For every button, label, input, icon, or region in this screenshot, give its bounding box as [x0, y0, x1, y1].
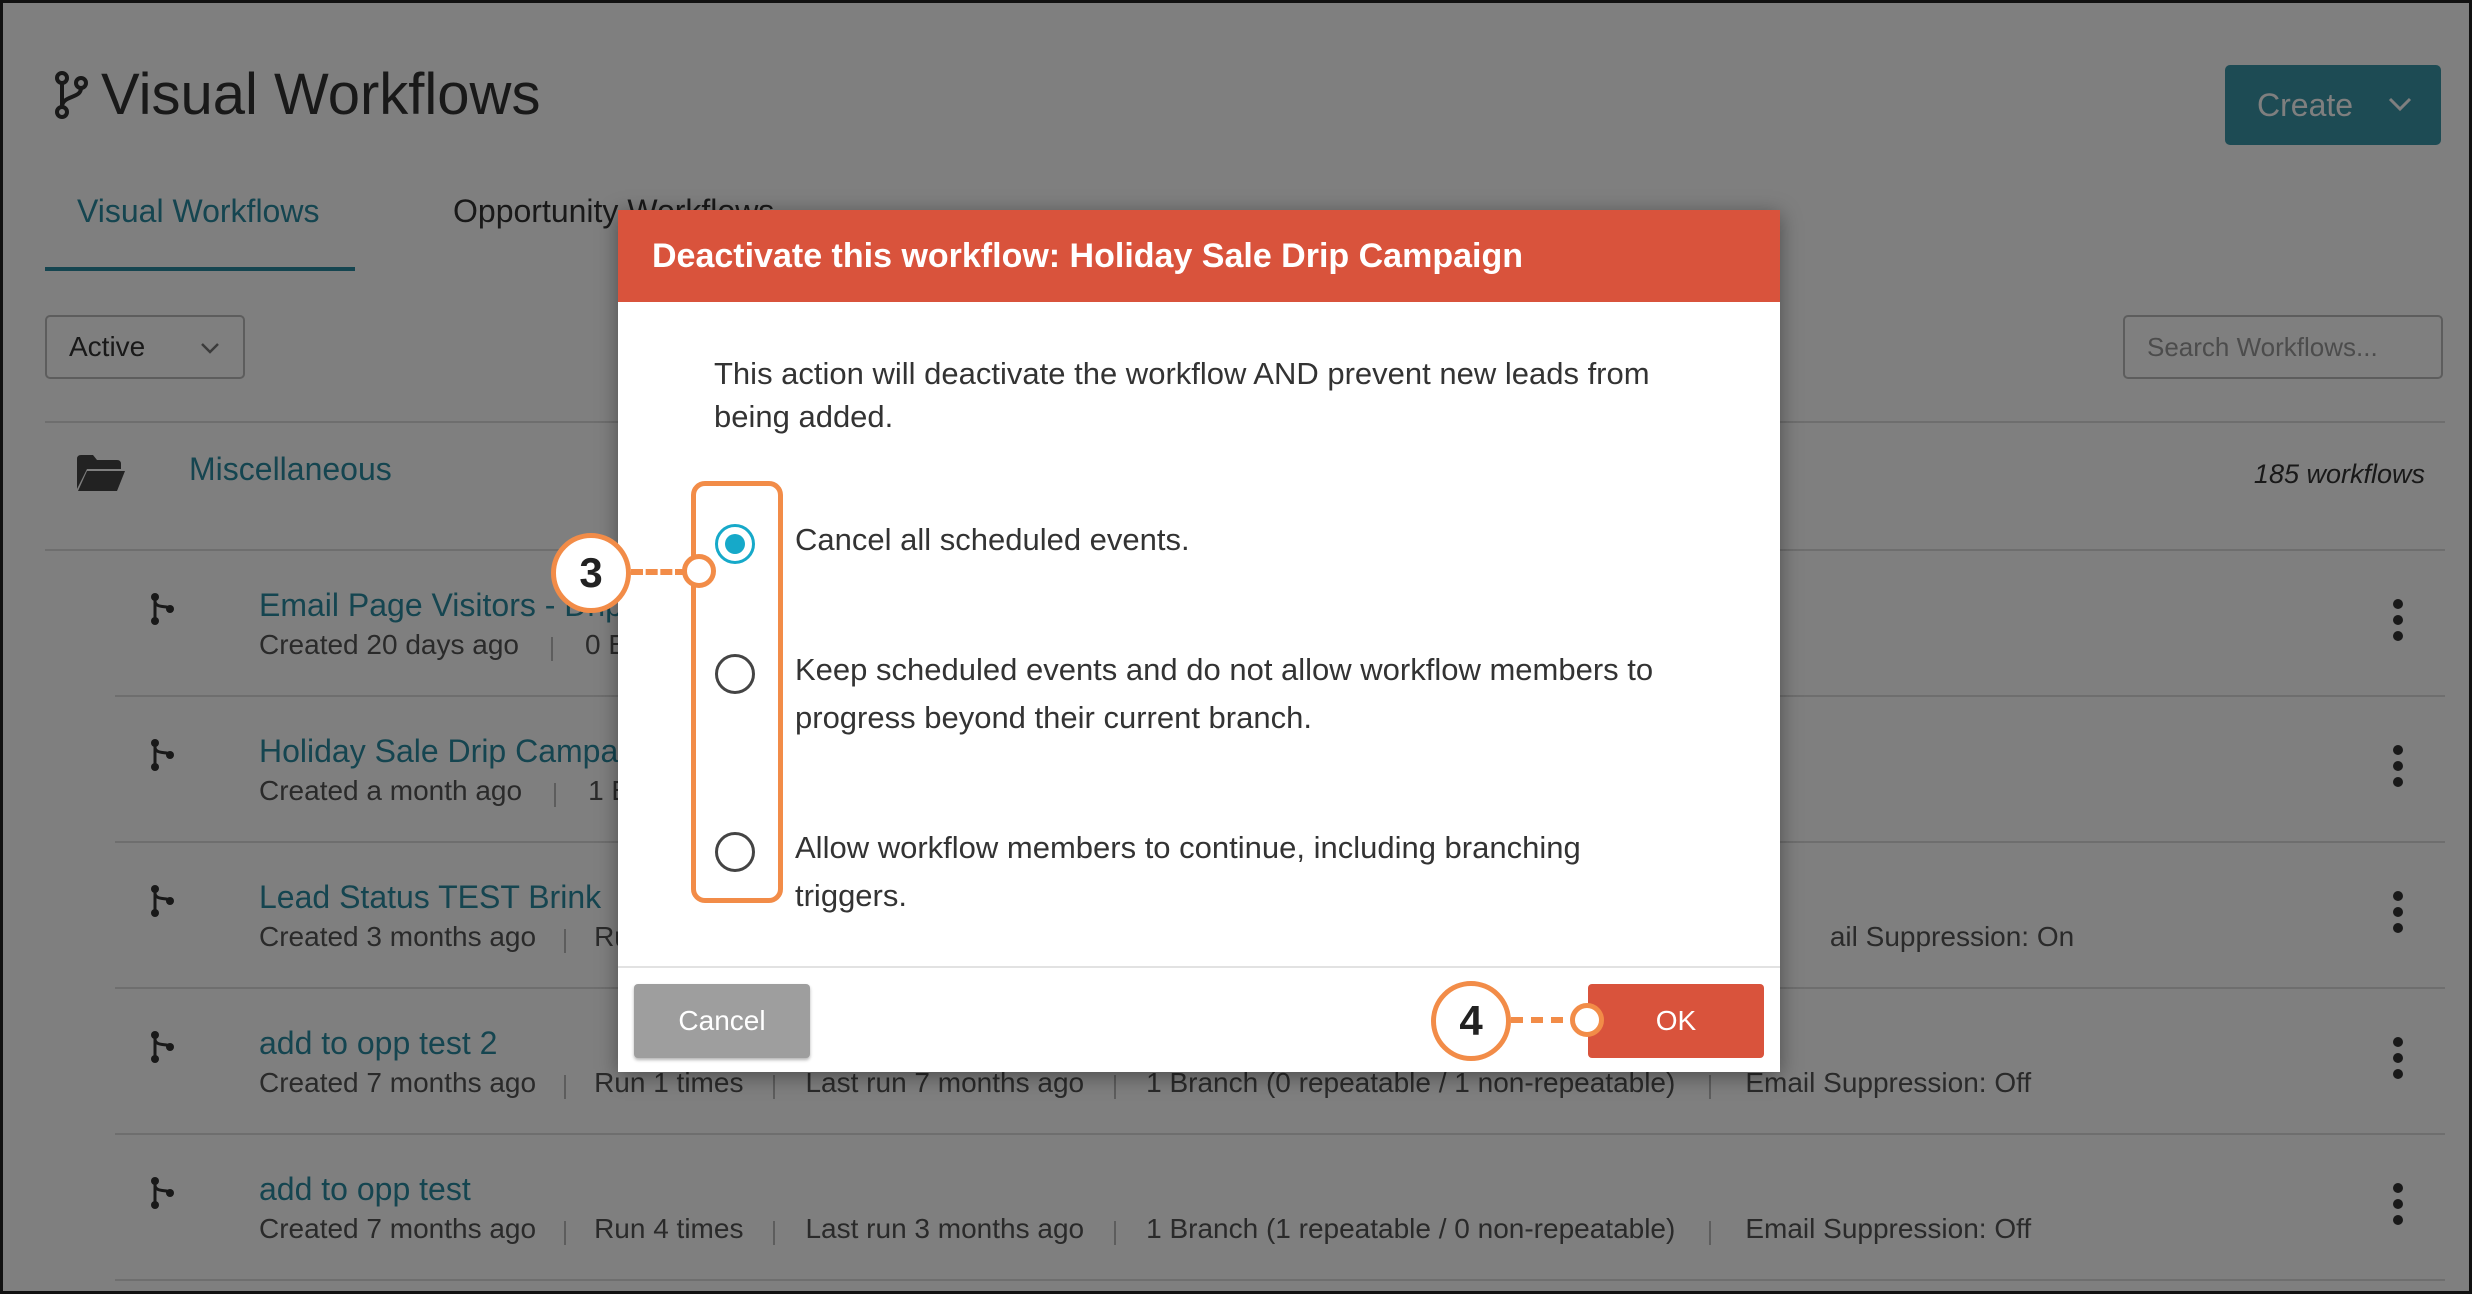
ok-button[interactable]: OK	[1588, 984, 1764, 1058]
option-label[interactable]: Keep scheduled events and do not allow w…	[795, 646, 1695, 742]
callout-dot	[682, 554, 716, 588]
callout-badge-step-4: 4	[1431, 981, 1511, 1061]
callout-badge-step-3: 3	[551, 533, 631, 613]
dialog-footer-divider	[618, 966, 1780, 968]
callout-highlight-options	[691, 481, 783, 903]
callout-connector	[631, 569, 687, 575]
option-label[interactable]: Cancel all scheduled events.	[795, 516, 1695, 564]
deactivate-workflow-dialog: Deactivate this workflow: Holiday Sale D…	[618, 210, 1780, 1072]
dialog-description: This action will deactivate the workflow…	[714, 356, 1650, 434]
cancel-button[interactable]: Cancel	[634, 984, 810, 1058]
option-label[interactable]: Allow workflow members to continue, incl…	[795, 824, 1655, 920]
dialog-title: Deactivate this workflow: Holiday Sale D…	[618, 210, 1780, 302]
callout-dot	[1570, 1003, 1604, 1037]
callout-connector	[1511, 1017, 1563, 1023]
screenshot-frame: Visual Workflows Create Visual Workflows…	[0, 0, 2472, 1294]
